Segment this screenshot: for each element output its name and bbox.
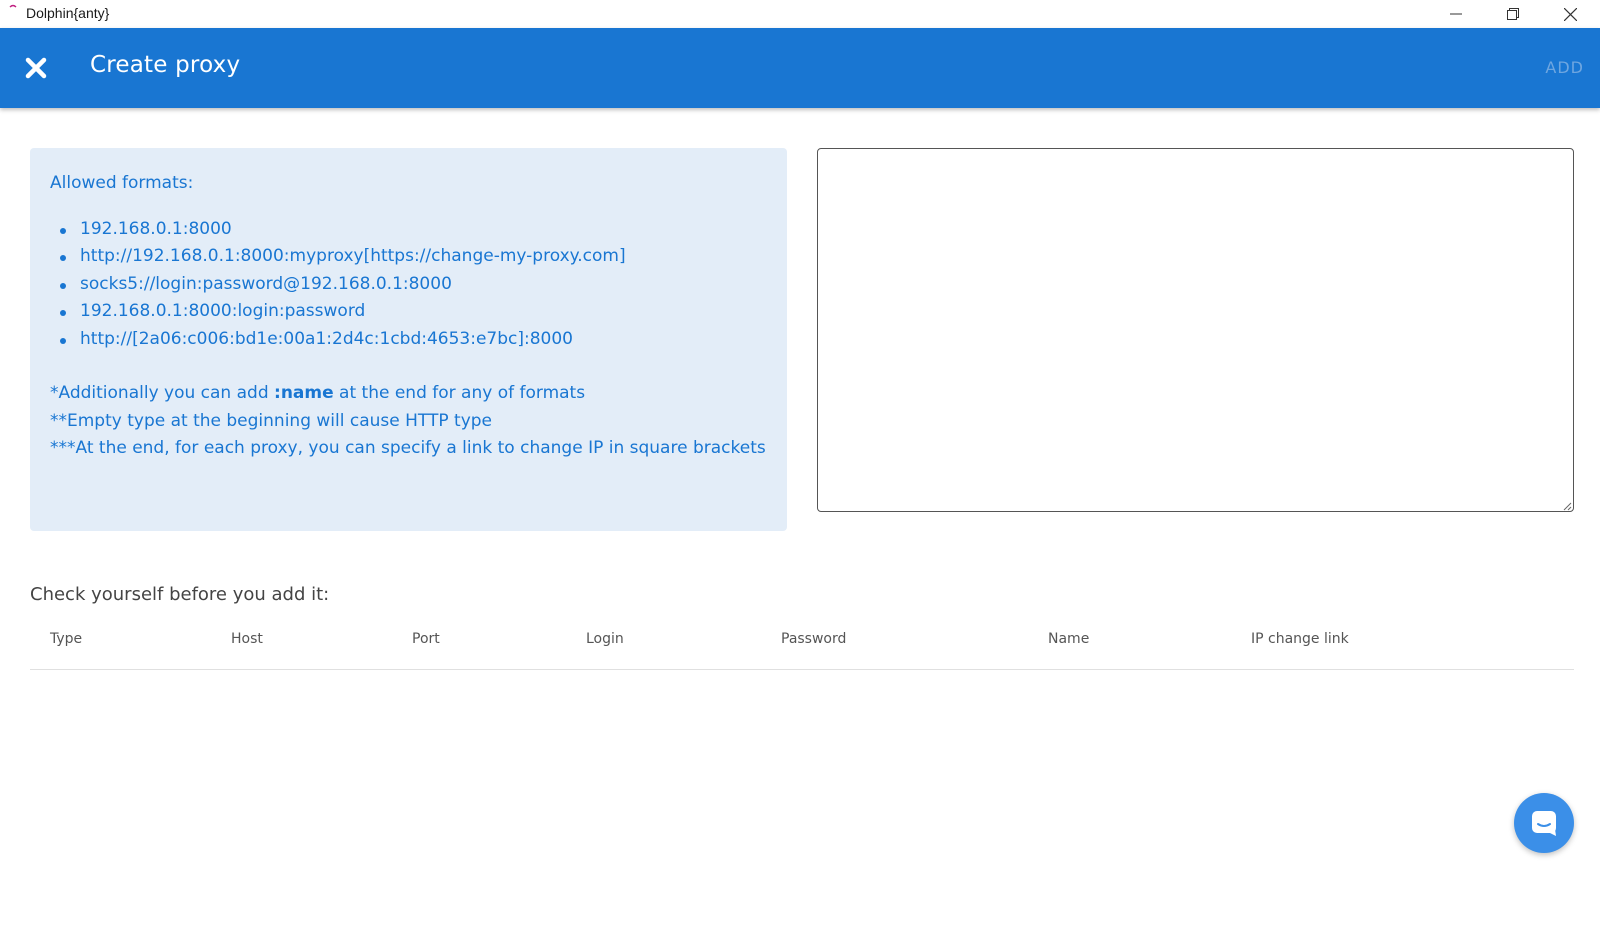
window-title: Dolphin{anty} — [26, 5, 110, 21]
add-button[interactable]: ADD — [1545, 58, 1584, 77]
note-name-keyword: :name — [274, 383, 334, 403]
format-item: socks5://login:password@192.168.0.1:8000 — [60, 271, 767, 299]
format-item: 192.168.0.1:8000:login:password — [60, 298, 767, 326]
proxy-list-input[interactable] — [817, 148, 1574, 512]
column-header-type: Type — [50, 631, 83, 647]
support-chat-button[interactable] — [1514, 793, 1574, 853]
column-header-port: Port — [412, 631, 440, 647]
page-header: Create proxy ADD — [0, 28, 1600, 108]
page-title: Create proxy — [90, 52, 241, 78]
note-name-suffix: *Additionally you can add :name at the e… — [50, 380, 767, 408]
resize-handle-icon[interactable] — [1562, 501, 1572, 511]
allowed-formats-panel: Allowed formats: 192.168.0.1:8000 http:/… — [30, 148, 787, 531]
window-close-icon — [1563, 7, 1577, 21]
restore-icon — [1507, 8, 1519, 20]
restore-button[interactable] — [1490, 0, 1536, 28]
note-name-prefix: *Additionally you can add — [50, 383, 275, 403]
format-item: http://[2a06:c006:bd1e:00a1:2d4c:1cbd:46… — [60, 326, 767, 354]
app-logo-icon — [9, 4, 17, 8]
minimize-icon — [1450, 13, 1462, 15]
format-item: http://192.168.0.1:8000:myproxy[https://… — [60, 243, 767, 271]
column-header-name: Name — [1048, 631, 1090, 647]
allowed-formats-title: Allowed formats: — [50, 173, 194, 193]
note-empty-type: **Empty type at the beginning will cause… — [50, 410, 493, 431]
column-header-host: Host — [231, 631, 263, 647]
check-section-title: Check yourself before you add it: — [30, 584, 330, 605]
close-icon — [25, 57, 47, 79]
note-ip-change-link: ***At the end, for each proxy, you can s… — [50, 438, 766, 458]
window-close-button[interactable] — [1547, 0, 1593, 28]
preview-table-header: Type Host Port Login Password Name IP ch… — [30, 618, 1574, 670]
window-titlebar: Dolphin{anty} — [0, 0, 1600, 28]
close-dialog-button[interactable] — [20, 50, 52, 86]
format-item: 192.168.0.1:8000 — [60, 216, 767, 244]
formats-list: 192.168.0.1:8000 http://192.168.0.1:8000… — [60, 216, 767, 354]
column-header-ip-change-link: IP change link — [1251, 631, 1349, 647]
note-name-postfix: at the end for any of formats — [333, 383, 586, 403]
minimize-button[interactable] — [1433, 0, 1479, 28]
chat-icon — [1532, 811, 1556, 836]
column-header-password: Password — [781, 631, 847, 647]
column-header-login: Login — [586, 631, 624, 647]
